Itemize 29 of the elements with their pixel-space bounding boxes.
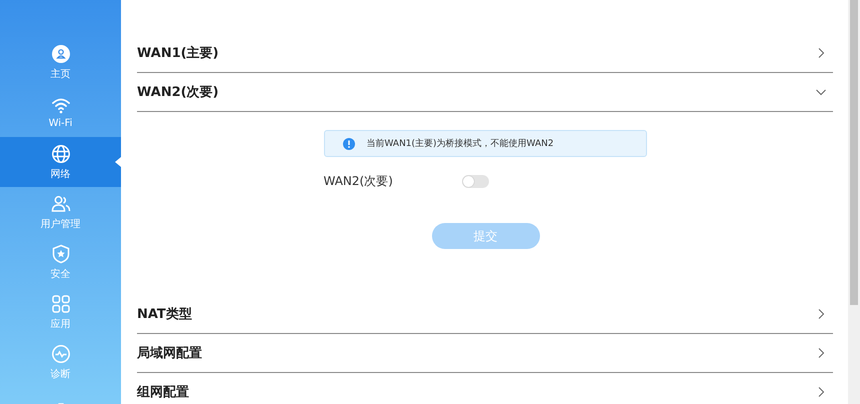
pointer-icon <box>115 157 121 167</box>
sidebar-item[interactable]: 应用 <box>0 287 121 337</box>
shield-icon <box>50 244 70 264</box>
section-title: 局域网配置 <box>137 345 202 362</box>
sidebar-item[interactable]: 主页 <box>0 37 121 87</box>
section-header[interactable]: 组网配置 <box>137 373 833 404</box>
toggle-label: WAN2(次要) <box>324 173 394 190</box>
toggle-switch[interactable] <box>462 175 488 188</box>
section-header[interactable]: WAN1(主要) <box>137 34 833 73</box>
section-header[interactable]: 局域网配置 <box>137 334 833 373</box>
section-title: WAN2(次要) <box>137 84 219 101</box>
sidebar-item[interactable]: 诊断 <box>0 337 121 387</box>
person-icon <box>50 44 70 64</box>
section-title: WAN1(主要) <box>137 44 219 62</box>
sidebar-item[interactable]: Wi-Fi <box>0 87 121 137</box>
sidebar-item[interactable]: 网络 <box>0 137 121 187</box>
pulse-icon <box>50 344 70 364</box>
sidebar-item[interactable]: 用户管理 <box>0 187 121 237</box>
section-title: NAT类型 <box>137 306 192 323</box>
info-icon <box>342 138 354 150</box>
grid-icon <box>50 294 70 314</box>
section-title: 组网配置 <box>137 384 189 401</box>
globe-icon <box>50 144 70 164</box>
scrollbar[interactable] <box>848 0 860 404</box>
section-header[interactable]: NAT类型 <box>137 295 833 334</box>
sidebar-item[interactable]: 安全 <box>0 237 121 287</box>
section-header[interactable]: WAN2(次要) <box>137 73 833 112</box>
users-icon <box>50 194 70 214</box>
info-text: 当前WAN1(主要)为桥接模式，不能使用WAN2 <box>366 138 554 150</box>
